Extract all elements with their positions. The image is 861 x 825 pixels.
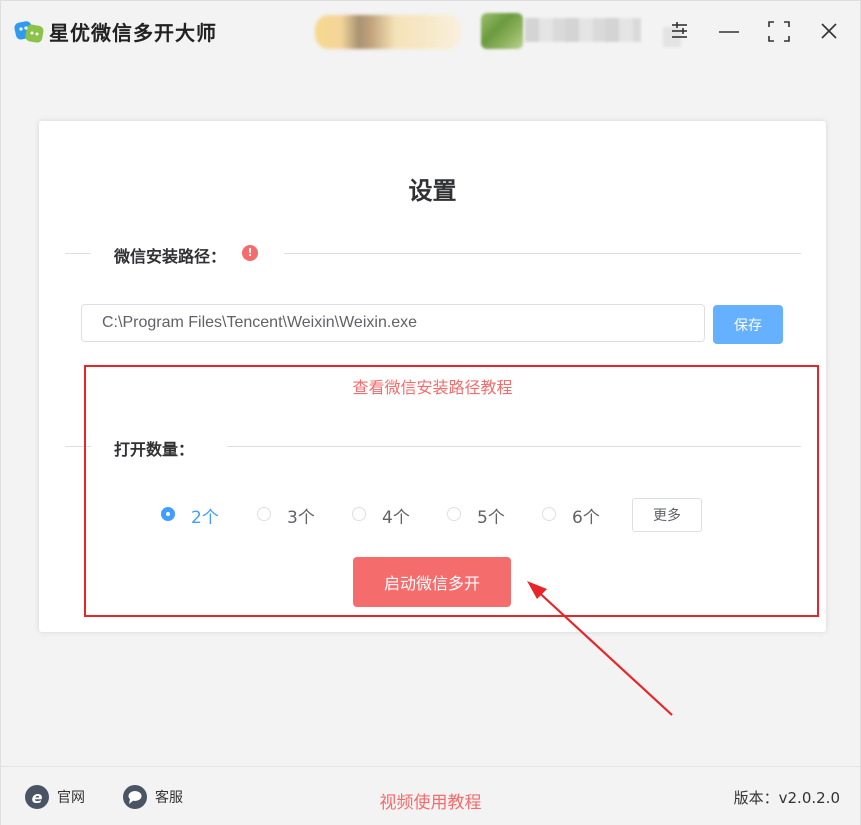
more-button[interactable]: 更多: [632, 498, 702, 532]
radio-circle: [257, 507, 271, 521]
radio-circle: [542, 507, 556, 521]
divider-right-install: [284, 253, 801, 254]
close-icon[interactable]: [814, 15, 844, 47]
radio-label: 4个: [382, 508, 410, 528]
app-logo-icon: [14, 21, 44, 43]
minimize-icon[interactable]: [714, 15, 744, 47]
blurred-account-name: [315, 15, 461, 49]
install-path-label: 微信安装路径：: [114, 247, 227, 266]
settings-sliders-icon[interactable]: [665, 15, 695, 47]
video-tutorial-link[interactable]: 视频使用教程: [1, 788, 860, 813]
app-window: 星优微信多开大师 设置 微信安装路径： ! C:\Program Files\T…: [0, 0, 861, 825]
divider-left-count: [65, 446, 91, 447]
divider-left-install: [65, 253, 91, 254]
radio-label: 2个: [191, 508, 219, 528]
blurred-user-info: [525, 18, 641, 42]
open-count-label: 打开数量：: [114, 440, 195, 459]
settings-card: 设置 微信安装路径： ! 保存 查看微信安装路径教程 打开数量： 2个 3个 4…: [39, 121, 826, 632]
radio-circle: [352, 507, 366, 521]
radio-circle: [447, 507, 461, 521]
divider-right-count: [227, 446, 801, 447]
radio-label: 6个: [572, 508, 600, 528]
warning-icon[interactable]: !: [242, 245, 258, 261]
radio-circle: [161, 507, 175, 521]
install-path-input[interactable]: [81, 304, 705, 342]
version-text: 版本：v2.0.2.0: [733, 789, 840, 807]
app-title: 星优微信多开大师: [49, 21, 217, 45]
page-title: 设置: [408, 177, 457, 205]
install-path-tutorial-link[interactable]: 查看微信安装路径教程: [39, 374, 826, 398]
radio-label: 3个: [287, 508, 315, 528]
maximize-icon[interactable]: [764, 15, 794, 47]
start-multi-open-button[interactable]: 启动微信多开: [353, 557, 511, 607]
save-button[interactable]: 保存: [713, 305, 783, 344]
footer-bar: e 官网 客服 视频使用教程 版本：v2.0.2.0: [1, 766, 860, 825]
blurred-avatar: [481, 13, 523, 49]
radio-label: 5个: [477, 508, 505, 528]
title-bar: 星优微信多开大师: [1, 1, 860, 61]
